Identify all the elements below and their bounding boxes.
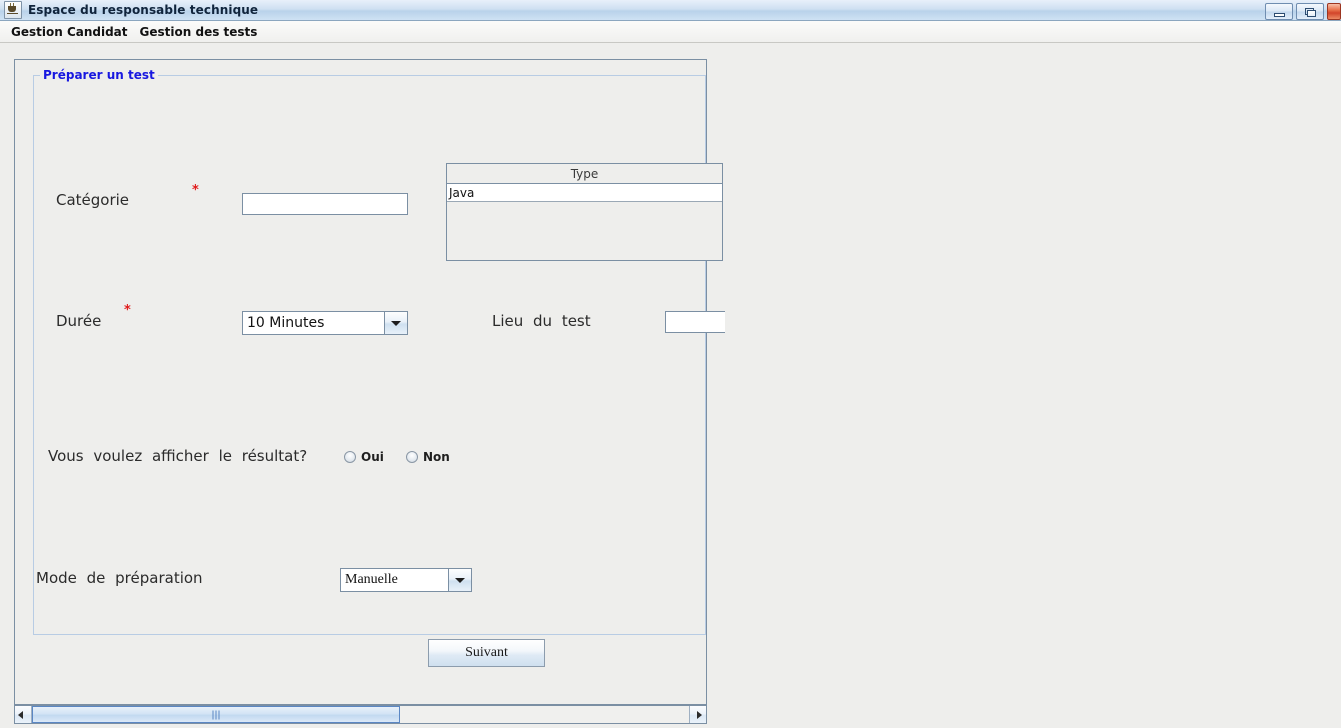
- content-area: Préparer un test Catégorie * Type Java D…: [0, 43, 1341, 728]
- mode-preparation-combobox[interactable]: Manuelle: [340, 568, 472, 592]
- radio-oui-label: Oui: [361, 450, 384, 464]
- lieu-du-test-input[interactable]: [665, 311, 725, 333]
- duree-combobox-value: 10 Minutes: [243, 312, 384, 334]
- java-coffee-cup-icon: [4, 1, 22, 19]
- restore-icon-front: [1307, 10, 1316, 17]
- radio-oui[interactable]: Oui: [344, 450, 384, 464]
- radio-non-label: Non: [423, 450, 450, 464]
- categorie-required-marker: *: [192, 184, 199, 197]
- table-row[interactable]: Java: [447, 184, 722, 202]
- minimize-icon: [1274, 13, 1285, 17]
- type-table[interactable]: Type Java: [446, 163, 723, 261]
- suivant-button[interactable]: Suivant: [428, 639, 545, 667]
- chevron-down-icon[interactable]: [448, 569, 471, 591]
- scrollbar-thumb[interactable]: [32, 706, 400, 723]
- minimize-button[interactable]: [1265, 3, 1293, 20]
- panel-title: Préparer un test: [40, 68, 158, 82]
- categorie-label: Catégorie: [56, 191, 129, 209]
- menu-item-gestion-candidat[interactable]: Gestion Candidat: [5, 23, 134, 41]
- radio-circle-icon: [406, 451, 418, 463]
- radio-non[interactable]: Non: [406, 450, 450, 464]
- type-table-header: Type: [447, 164, 722, 184]
- menu-item-gestion-des-tests[interactable]: Gestion des tests: [134, 23, 264, 41]
- menu-bar: Gestion Candidat Gestion des tests: [0, 21, 1341, 43]
- window-controls: [1262, 2, 1341, 20]
- form-container: Préparer un test Catégorie * Type Java D…: [14, 59, 707, 705]
- lieu-du-test-label: Lieu du test: [492, 312, 591, 330]
- title-bar: Espace du responsable technique: [0, 0, 1341, 21]
- preparer-un-test-panel: Préparer un test Catégorie * Type Java D…: [33, 75, 706, 635]
- mode-preparation-combobox-value: Manuelle: [341, 569, 448, 591]
- window-title: Espace du responsable technique: [28, 3, 258, 17]
- categorie-input[interactable]: [242, 193, 408, 215]
- type-table-empty-area: [447, 202, 722, 261]
- arrow-left-icon[interactable]: [15, 706, 32, 723]
- duree-label: Durée: [56, 312, 101, 330]
- restore-button[interactable]: [1296, 3, 1324, 20]
- scrollbar-track[interactable]: [32, 706, 689, 723]
- arrow-right-icon[interactable]: [689, 706, 706, 723]
- radio-circle-icon: [344, 451, 356, 463]
- mode-preparation-label: Mode de préparation: [36, 569, 203, 587]
- horizontal-scrollbar[interactable]: [14, 705, 707, 724]
- chevron-down-icon[interactable]: [384, 312, 407, 334]
- resultat-question-label: Vous voulez afficher le résultat?: [48, 447, 307, 465]
- scrollbar-grip-icon: [212, 710, 219, 719]
- duree-combobox[interactable]: 10 Minutes: [242, 311, 408, 335]
- duree-required-marker: *: [124, 304, 131, 317]
- close-button[interactable]: [1327, 3, 1341, 20]
- application-window: Espace du responsable technique Gestion …: [0, 0, 1341, 728]
